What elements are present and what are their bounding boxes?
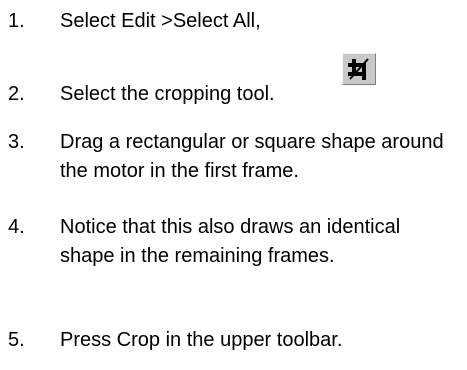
- step-text: Notice that this also draws an identical…: [60, 216, 401, 267]
- step-number: 1.: [8, 10, 25, 32]
- step-number: 2.: [8, 83, 25, 105]
- step-text: Select the cropping tool.: [60, 83, 275, 105]
- crop-icon: [342, 53, 376, 85]
- step-text: Select Edit >Select All,: [60, 10, 261, 32]
- step-number: 4.: [8, 216, 25, 238]
- step-number: 5.: [8, 329, 25, 351]
- step-text: Drag a rectangular or square shape aroun…: [60, 131, 444, 182]
- step-number: 3.: [8, 131, 25, 153]
- step-text: Press Crop in the upper toolbar.: [60, 329, 343, 351]
